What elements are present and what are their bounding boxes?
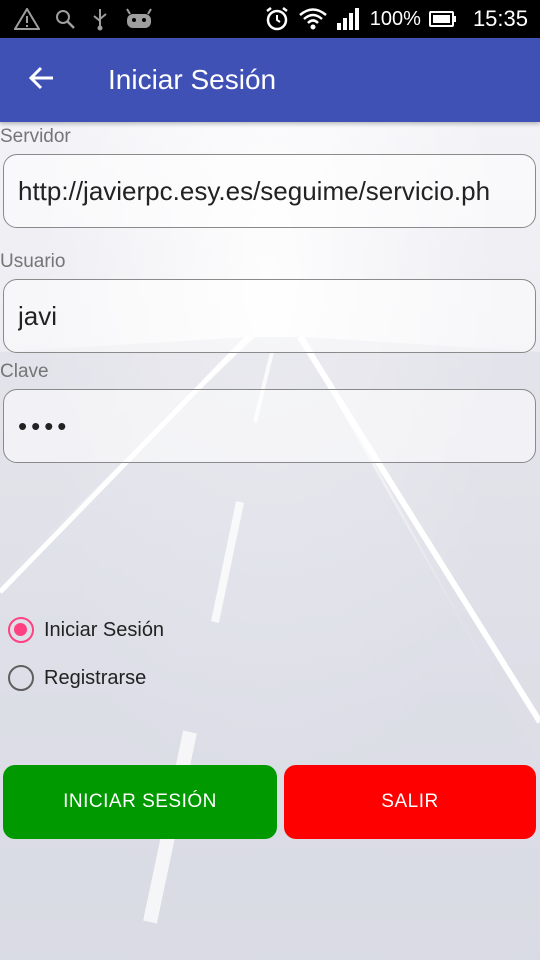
usb-icon: [90, 7, 110, 31]
server-value: http://javierpc.esy.es/seguime/servicio.…: [18, 175, 491, 206]
radio-register[interactable]: Registrarse: [8, 665, 146, 691]
signal-icon: [336, 7, 362, 31]
user-label: Usuario: [0, 251, 66, 272]
login-button[interactable]: INICIAR SESIÓN: [3, 765, 277, 839]
radio-login-indicator[interactable]: [8, 617, 34, 643]
back-button[interactable]: [22, 60, 62, 100]
user-value: javi: [18, 300, 58, 331]
exit-button[interactable]: SALIR: [284, 765, 536, 839]
wifi-icon: [298, 7, 328, 31]
status-bar: 100% 15:35: [0, 0, 540, 38]
android-icon: [124, 8, 154, 30]
page-title: Iniciar Sesión: [108, 64, 277, 95]
app-bar: Iniciar Sesión: [0, 38, 540, 122]
battery-percent: 100%: [369, 7, 421, 30]
server-label: Servidor: [0, 126, 71, 147]
password-label: Clave: [0, 361, 49, 382]
clock: 15:35: [472, 6, 528, 31]
user-field[interactable]: javi: [3, 279, 536, 353]
login-content: Servidor http://javierpc.esy.es/seguime/…: [0, 122, 540, 960]
radio-register-label: Registrarse: [44, 666, 147, 689]
radio-register-indicator[interactable]: [8, 665, 34, 691]
arrow-back-icon: [28, 64, 56, 97]
radio-login-label: Iniciar Sesión: [44, 618, 165, 641]
server-field[interactable]: http://javierpc.esy.es/seguime/servicio.…: [3, 154, 536, 228]
radio-login[interactable]: Iniciar Sesión: [8, 617, 164, 643]
password-value: ••••: [18, 410, 71, 441]
warning-icon: [14, 8, 40, 30]
password-field[interactable]: ••••: [3, 389, 536, 463]
alarm-icon: [264, 6, 290, 32]
battery-icon: [428, 10, 457, 28]
search-icon: [54, 8, 76, 30]
